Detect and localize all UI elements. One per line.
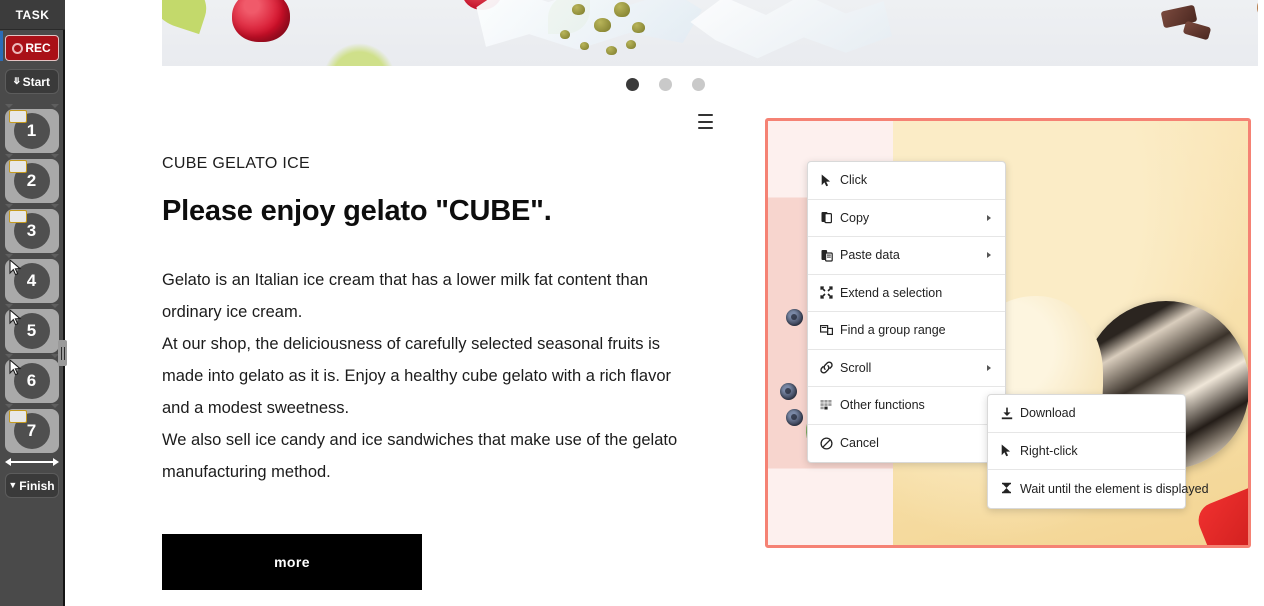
keyboard-icon: [8, 110, 27, 123]
keyboard-icon: [8, 210, 27, 223]
context-menu-item-extend-a-selection[interactable]: Extend a selection: [808, 275, 1005, 312]
page-copy-column: CUBE GELATO ICE Please enjoy gelato "CUB…: [162, 155, 702, 590]
body-paragraph: We also sell ice candy and ice sandwiche…: [162, 431, 678, 481]
chevron-right-icon: [987, 214, 991, 221]
link-icon: [820, 361, 833, 374]
submenu-item-download[interactable]: Download: [988, 395, 1185, 433]
task-step-list: 1 2 3 4 5 6 7: [0, 103, 63, 467]
context-menu-item-other-functions[interactable]: Other functions: [808, 387, 1005, 425]
context-menu-item-find-a-group-range[interactable]: Find a group range: [808, 312, 1005, 350]
grid-icon: [820, 399, 833, 412]
no-entry-icon: [820, 437, 833, 450]
hero-carousel-image: [162, 0, 1258, 66]
menu-item-label: Other functions: [840, 398, 925, 413]
app-root: TASK REC ⤋ Start 1 2 3 4 5 6 7 ▼ Finish …: [0, 0, 1264, 606]
context-menu-item-cancel[interactable]: Cancel: [808, 425, 1005, 463]
menu-item-label: Extend a selection: [840, 285, 943, 300]
submenu-item-right-click[interactable]: Right-click: [988, 433, 1185, 470]
submenu-item-wait-until-element-displayed[interactable]: Wait until the element is displayed: [988, 470, 1209, 508]
download-icon: [1000, 407, 1013, 420]
finish-arrow-icon: ▼: [8, 480, 18, 490]
task-step-5[interactable]: 5: [4, 309, 59, 353]
finish-button[interactable]: ▼ Finish: [4, 473, 59, 498]
chevron-right-icon: [987, 252, 991, 259]
context-menu: Click Copy Paste data Extend a selection: [807, 161, 1006, 463]
copy-icon: [820, 211, 833, 224]
body-paragraph: At our shop, the deliciousness of carefu…: [162, 335, 672, 417]
context-menu-item-paste-data[interactable]: Paste data: [808, 237, 1005, 275]
menu-item-label: Find a group range: [840, 323, 946, 338]
start-button[interactable]: ⤋ Start: [4, 69, 59, 94]
group-range-icon: [820, 324, 833, 337]
task-timeline-bar: [4, 457, 59, 467]
task-step-4[interactable]: 4: [4, 259, 59, 303]
context-menu-item-scroll[interactable]: Scroll: [808, 350, 1005, 387]
menu-item-label: Cancel: [840, 436, 879, 451]
cursor-icon: [8, 360, 27, 375]
page-eyebrow: CUBE GELATO ICE: [162, 155, 310, 172]
task-panel: TASK REC ⤋ Start 1 2 3 4 5 6 7 ▼ Finish: [0, 0, 65, 606]
panel-resize-handle[interactable]: [58, 340, 67, 366]
web-page-content: CUBE GELATO ICE Please enjoy gelato "CUB…: [67, 0, 1264, 606]
paste-icon: [820, 249, 833, 262]
carousel-dot-3[interactable]: [692, 78, 705, 91]
task-step-3[interactable]: 3: [4, 209, 59, 253]
record-button[interactable]: REC: [4, 35, 59, 61]
panel-accent-bar: [0, 31, 3, 61]
keyboard-icon: [8, 410, 27, 423]
body-paragraph: Gelato is an Italian ice cream that has …: [162, 271, 649, 321]
menu-item-label: Copy: [840, 210, 870, 225]
submenu-item-label: Wait until the element is displayed: [1020, 481, 1209, 496]
task-step-1[interactable]: 1: [4, 109, 59, 153]
page-title: Please enjoy gelato "CUBE".: [162, 195, 552, 227]
carousel-dot-1[interactable]: [626, 78, 639, 91]
more-button[interactable]: more: [162, 534, 422, 590]
hamburger-icon[interactable]: [698, 114, 713, 129]
record-circle-icon: [12, 42, 24, 54]
keyboard-icon: [8, 160, 27, 173]
menu-item-label: Paste data: [840, 248, 900, 263]
task-panel-title: TASK: [0, 0, 65, 30]
cursor-icon: [8, 260, 27, 275]
menu-item-label: Click: [840, 173, 868, 188]
menu-item-label: Scroll: [840, 360, 872, 375]
chevron-right-icon: [987, 364, 991, 371]
record-button-label: REC: [25, 41, 51, 55]
finish-button-label: Finish: [19, 478, 55, 493]
context-submenu-other-functions: Download Right-click Wait until the elem…: [987, 394, 1209, 509]
page-body-copy: Gelato is an Italian ice cream that has …: [162, 264, 702, 488]
expand-icon: [820, 286, 833, 299]
carousel-dot-2[interactable]: [659, 78, 672, 91]
carousel-dots: [67, 78, 1264, 91]
context-menu-item-click[interactable]: Click: [808, 162, 1005, 200]
submenu-item-label: Download: [1020, 406, 1076, 421]
task-step-2[interactable]: 2: [4, 159, 59, 203]
task-step-6[interactable]: 6: [4, 359, 59, 403]
hourglass-icon: [1000, 482, 1013, 495]
submenu-item-label: Right-click: [1020, 443, 1078, 458]
start-button-label: Start: [22, 74, 50, 89]
cursor-icon: [820, 174, 833, 187]
context-menu-item-copy[interactable]: Copy: [808, 200, 1005, 237]
chevron-down-icon: ⤋: [13, 76, 21, 86]
cursor-icon: [1000, 444, 1013, 457]
cursor-icon: [8, 310, 27, 325]
task-step-7[interactable]: 7: [4, 409, 59, 453]
